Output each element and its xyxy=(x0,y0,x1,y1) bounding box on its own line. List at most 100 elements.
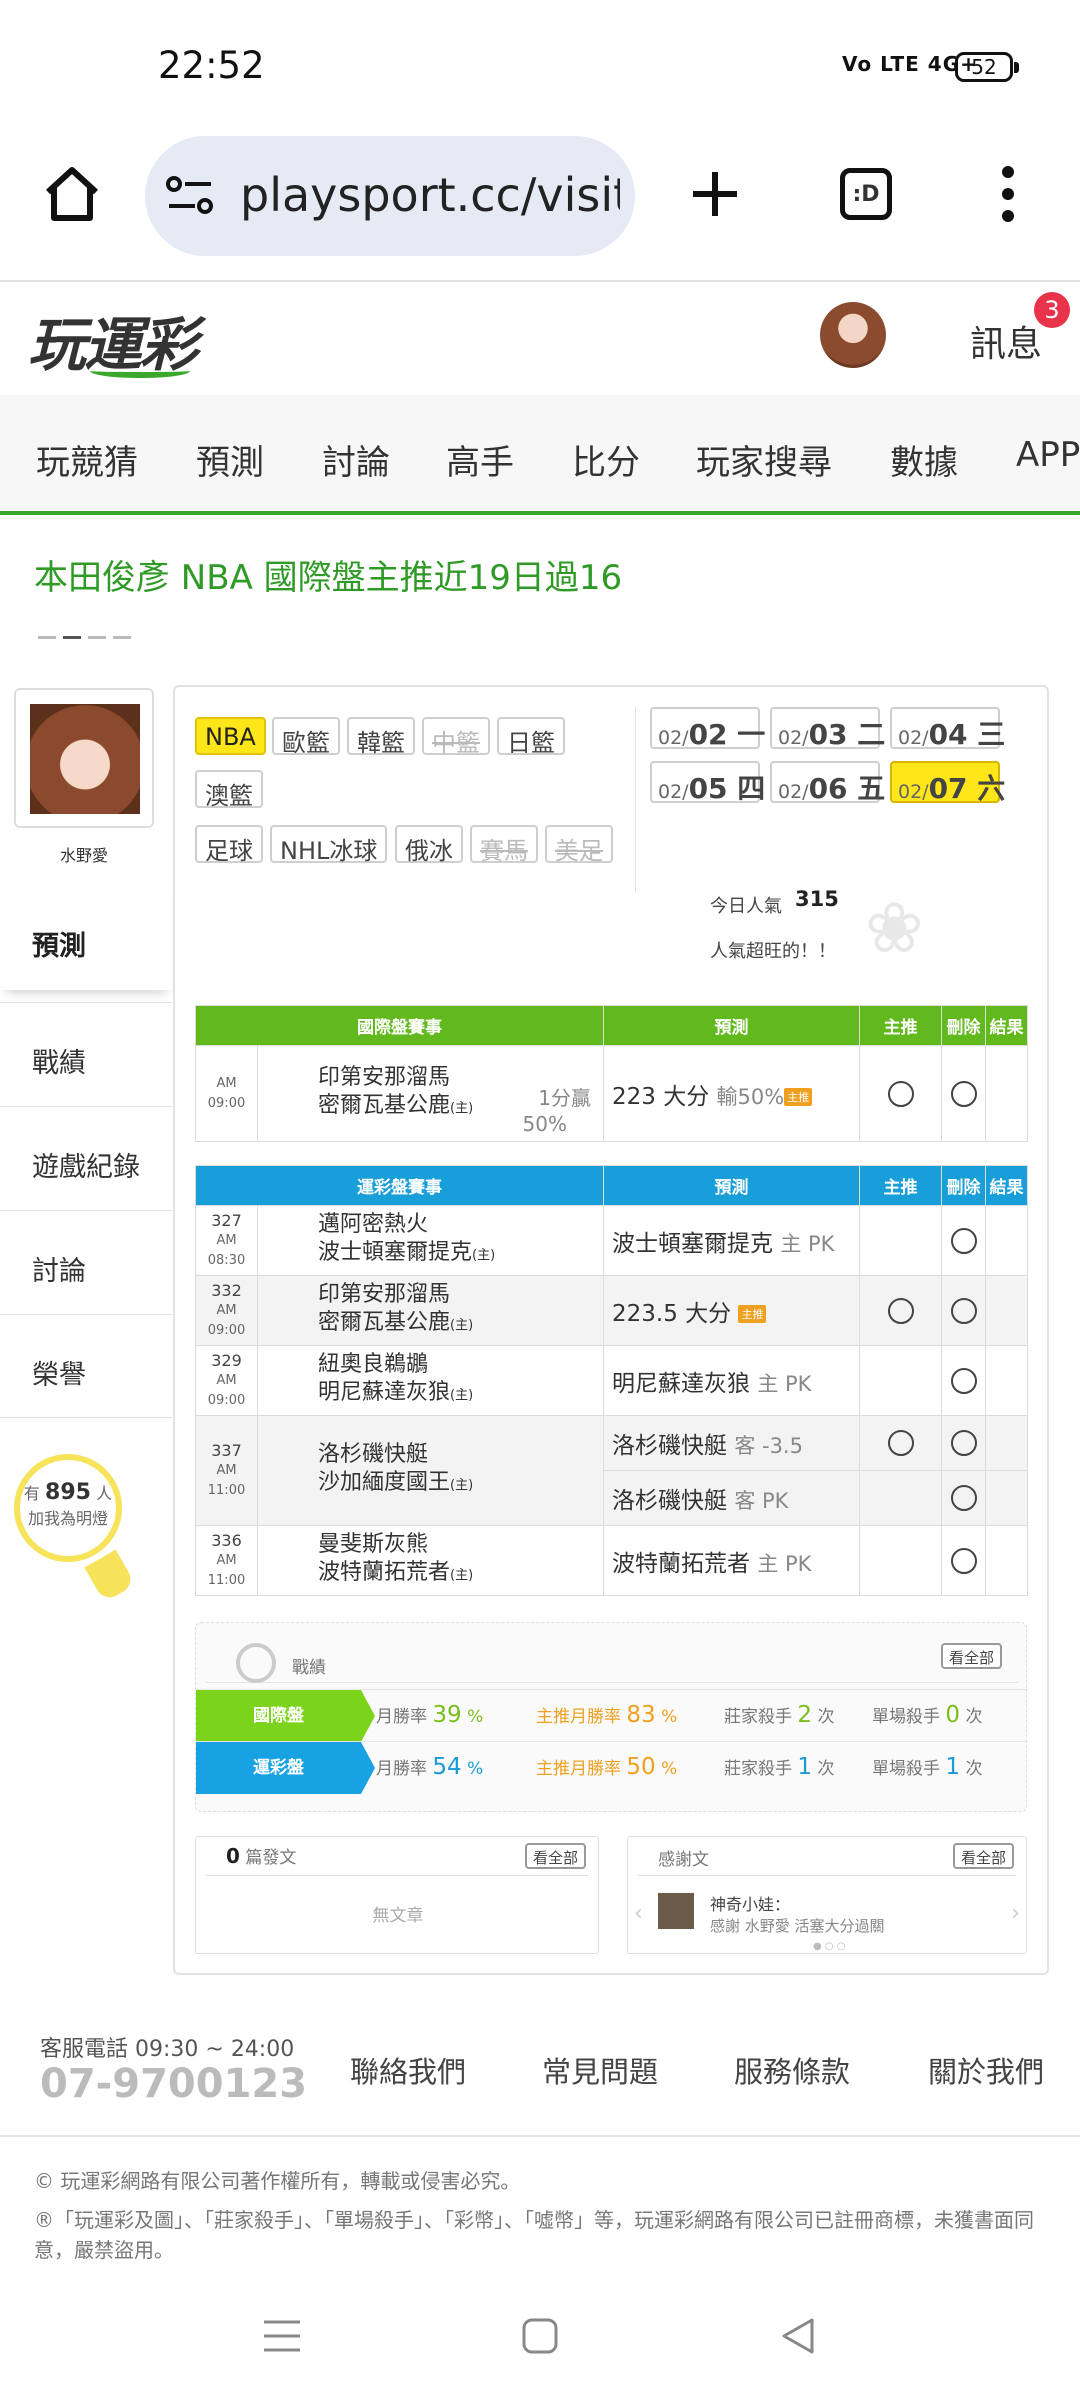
delete-radio[interactable] xyxy=(950,1367,977,1394)
posts-view-all-button[interactable]: 看全部 xyxy=(524,1843,586,1869)
delete-radio[interactable] xyxy=(950,1227,977,1254)
game-time: AM 11:00 xyxy=(207,1462,246,1498)
prediction-note: 主 PK xyxy=(780,1231,835,1256)
league-horse-racing: 賽馬 xyxy=(470,825,538,865)
prediction-note: 主 PK xyxy=(757,1371,812,1396)
headline-link[interactable]: 本田俊彥 NBA 國際盤主推近19日過16 xyxy=(34,550,622,599)
lamp-button[interactable]: 有 895 人 加我為明燈 xyxy=(14,1454,136,1603)
user-name[interactable]: 水野愛 xyxy=(0,842,168,866)
prediction-note: 客 PK xyxy=(734,1489,789,1513)
service-phone[interactable]: 07-9700123 xyxy=(40,2061,307,2107)
nav-item-guess[interactable]: 玩競猜 xyxy=(36,435,138,484)
table-row: 332 AM 09:00 印第安那溜馬 密爾瓦基公鹿(主) 223.5 大分 主推 xyxy=(195,1275,1028,1346)
home-mark: (主) xyxy=(450,1318,474,1333)
nav-item-app[interactable]: APP xyxy=(1016,435,1080,475)
nav-item-predict[interactable]: 預測 xyxy=(196,435,264,484)
messages-link[interactable]: 訊息 xyxy=(970,315,1042,367)
date-0206[interactable]: 02/06 五 xyxy=(770,761,885,805)
league-korea-basketball[interactable]: 韓籃 xyxy=(347,717,415,757)
league-nba[interactable]: NBA xyxy=(195,717,266,755)
delete-radio[interactable] xyxy=(950,1430,977,1456)
popularity-label: 今日人氣 xyxy=(710,896,782,917)
stat-label: 月勝率 xyxy=(376,1707,427,1727)
about-link[interactable]: 關於我們 xyxy=(928,2049,1044,2091)
stat-label: 單場殺手 xyxy=(872,1759,940,1779)
stat-label: 主推月勝率 xyxy=(536,1707,621,1727)
sidebar-item-discuss[interactable]: 討論 xyxy=(0,1210,172,1314)
league-japan-basketball[interactable]: 日籃 xyxy=(497,717,565,757)
system-nav-bar xyxy=(0,2290,1080,2400)
empty-posts: 無文章 xyxy=(372,1906,424,1926)
stat-label: 月勝率 xyxy=(376,1759,427,1779)
site-settings-icon[interactable] xyxy=(165,174,215,218)
league-australia-basketball[interactable]: 澳籃 xyxy=(195,770,263,810)
date-0203[interactable]: 02/03 二 xyxy=(770,707,885,751)
faq-link[interactable]: 常見問題 xyxy=(542,2049,658,2091)
contact-link[interactable]: 聯絡我們 xyxy=(350,2049,466,2091)
home-mark: (主) xyxy=(450,1101,474,1116)
battery-icon: 52 xyxy=(955,52,1019,82)
league-football[interactable]: 足球 xyxy=(195,825,263,865)
site-header: 玩運彩 訊息 3 xyxy=(0,280,1080,395)
divider xyxy=(635,707,636,892)
sidebar-item-game-log[interactable]: 遊戲紀錄 xyxy=(0,1106,172,1210)
record-view-all-button[interactable]: 看全部 xyxy=(940,1643,1002,1669)
nav-item-player-search[interactable]: 玩家搜尋 xyxy=(696,435,832,484)
league-nhl[interactable]: NHL冰球 xyxy=(270,825,388,865)
terms-link[interactable]: 服務條款 xyxy=(734,2049,850,2091)
sidebar-item-record[interactable]: 戰績 xyxy=(0,1002,172,1106)
thanks-box: 感謝文 看全部 ‹ 神奇小娃： 感謝 水野愛 活塞大分過關 › ● ○ ○ xyxy=(627,1836,1027,1954)
date-0205[interactable]: 02/05 四 xyxy=(650,761,765,805)
site-logo[interactable]: 玩運彩 xyxy=(28,298,198,382)
league-euro-basketball[interactable]: 歐籃 xyxy=(272,717,340,757)
thanks-view-all-button[interactable]: 看全部 xyxy=(952,1843,1014,1869)
single-killer-count: 1 xyxy=(945,1754,961,1780)
date-0202[interactable]: 02/02 一 xyxy=(650,707,765,751)
delete-radio[interactable] xyxy=(950,1485,977,1511)
user-avatar[interactable] xyxy=(14,688,154,828)
sidebar-item-predict[interactable]: 預測 xyxy=(0,886,172,990)
main-radio[interactable] xyxy=(887,1430,914,1456)
main-win-rate: 83 xyxy=(626,1702,656,1728)
next-arrow-icon[interactable]: › xyxy=(1011,1901,1020,1926)
bookie-killer-count: 2 xyxy=(797,1702,813,1728)
date-0207[interactable]: 02/07 六 xyxy=(890,761,1005,805)
back-icon[interactable] xyxy=(778,2316,818,2356)
league-china-basketball: 中籃 xyxy=(422,717,490,757)
home-button[interactable] xyxy=(32,154,112,234)
nav-item-discuss[interactable]: 討論 xyxy=(322,435,390,484)
col-predict: 預測 xyxy=(603,1165,860,1206)
prev-arrow-icon[interactable]: ‹ xyxy=(634,1901,643,1926)
delete-radio[interactable] xyxy=(950,1547,977,1574)
tab-switcher-button[interactable]: :D xyxy=(826,154,906,234)
home-nav-icon[interactable] xyxy=(520,2316,560,2356)
main-radio[interactable] xyxy=(887,1080,914,1107)
delete-radio[interactable] xyxy=(950,1080,977,1107)
nav-item-scores[interactable]: 比分 xyxy=(572,435,640,484)
nav-item-data[interactable]: 數據 xyxy=(890,435,958,484)
league-russia-hockey[interactable]: 俄冰 xyxy=(395,825,463,865)
delete-radio[interactable] xyxy=(950,1297,977,1324)
url-bar[interactable]: playsport.cc/visit xyxy=(145,136,635,256)
prediction: 波特蘭拓荒者 xyxy=(612,1550,750,1577)
line-value: 1分贏 xyxy=(538,1086,591,1110)
menu-button[interactable] xyxy=(968,154,1048,234)
bulb-count: 895 xyxy=(45,1480,91,1505)
new-tab-button[interactable] xyxy=(675,154,755,234)
game-time: AM 09:00 xyxy=(207,1302,246,1338)
nav-item-experts[interactable]: 高手 xyxy=(446,435,514,484)
popularity-value: 315 xyxy=(795,887,839,911)
recents-icon[interactable] xyxy=(262,2316,302,2356)
away-team: 邁阿密熱火 xyxy=(318,1212,429,1237)
url-text: playsport.cc/visit xyxy=(240,168,620,222)
divider xyxy=(0,2135,1080,2137)
away-team: 洛杉磯快艇 xyxy=(318,1442,429,1467)
trademark-notice: ®「玩運彩及圖」、「莊家殺手」、「單場殺手」、「彩幣」、「噓幣」等，玩運彩網路有… xyxy=(34,2208,1034,2262)
sidebar-item-honor[interactable]: 榮譽 xyxy=(0,1314,172,1418)
main-radio[interactable] xyxy=(887,1297,914,1324)
date-0204[interactable]: 02/04 三 xyxy=(890,707,1005,751)
avatar[interactable] xyxy=(820,302,886,368)
main-tag: 主推 xyxy=(784,1088,813,1106)
game-no: 332 xyxy=(211,1280,242,1300)
monthly-win-rate: 54 xyxy=(432,1754,462,1780)
